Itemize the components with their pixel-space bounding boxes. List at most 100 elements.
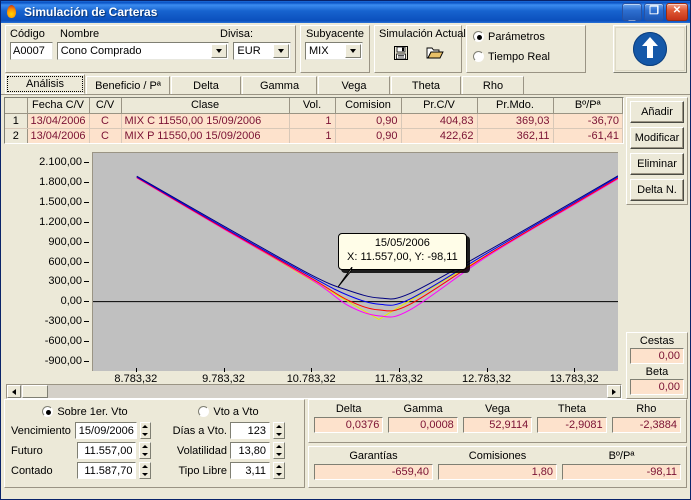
tipolibre-label: Tipo Libre (178, 464, 227, 477)
maximize-icon: ❐ (649, 4, 659, 17)
chart-y-axis: 2.100,00 1.800,00 1.500,00 1.200,00 900,00 60… (4, 146, 90, 371)
chart-horizontal-scrollbar[interactable] (6, 384, 622, 399)
up-arrow-icon (633, 32, 667, 66)
add-button[interactable]: Añadir (630, 101, 684, 123)
radio-parametros[interactable]: Parámetros (473, 29, 579, 44)
futuro-input[interactable]: 11.557,00 (76, 442, 137, 459)
scroll-thumb[interactable] (22, 385, 48, 398)
action-buttons-panel: Añadir Modificar Eliminar Delta N. (626, 97, 688, 205)
col-head-comision[interactable]: Comision (335, 98, 402, 114)
payoff-chart[interactable]: 2.100,00 1.800,00 1.500,00 1.200,00 900,00 60… (4, 146, 624, 399)
chart-plot-area[interactable]: 15/05/2006 X: 11.557,00, Y: -98,11 (92, 152, 618, 371)
tab-rho-label: Rho (482, 79, 504, 92)
radio-vto-label: Vto a Vto (213, 405, 259, 418)
chevron-down-icon[interactable] (345, 44, 361, 58)
chevron-down-icon[interactable] (273, 44, 289, 58)
tab-vega[interactable]: Vega (318, 76, 390, 94)
toolbar: Código Nombre Divisa: A0007 Cono Comprad… (1, 23, 690, 75)
table-row[interactable]: 2 13/04/2006 C MIX P 11550,00 15/09/2006… (5, 128, 623, 143)
y-axis-tick-label: 900,00 (48, 235, 82, 248)
table-row[interactable]: 1 13/04/2006 C MIX C 11550,00 15/09/2006… (5, 113, 623, 129)
close-button[interactable]: ✕ (666, 3, 688, 21)
col-head-vol[interactable]: Vol. (289, 98, 336, 114)
tab-gamma[interactable]: Gamma (242, 76, 317, 94)
tab-theta[interactable]: Theta (391, 76, 461, 94)
y-axis-tick (84, 161, 89, 163)
execute-button[interactable] (613, 25, 687, 73)
y-axis-tick (84, 361, 89, 363)
simulacion-actual-label: Simulación Actual (379, 28, 466, 40)
tipolibre-stepper[interactable] (273, 462, 285, 479)
subyacente-combo[interactable]: MIX (305, 42, 363, 60)
codigo-input[interactable]: A0007 (10, 42, 53, 60)
col-head-prcv[interactable]: Pr.C/V (401, 98, 478, 114)
save-button[interactable] (389, 42, 413, 64)
window-title: Simulación de Carteras (24, 5, 158, 19)
greek-gamma-value: 0,0008 (388, 417, 458, 433)
radio-vto-a-vto[interactable]: Vto a Vto (198, 404, 259, 419)
col-head-prmdo[interactable]: Pr.Mdo. (477, 98, 554, 114)
radio-tiempo-real[interactable]: Tiempo Real (473, 49, 579, 64)
divisa-combo[interactable]: EUR (233, 42, 291, 60)
col-head-cv[interactable]: C/V (89, 98, 122, 114)
vencimiento-input[interactable]: 15/09/2006 (74, 422, 137, 439)
chevron-down-icon[interactable] (211, 44, 228, 58)
x-axis-tick (398, 368, 400, 372)
y-axis-tick-label: 0,00 (60, 295, 82, 308)
scroll-left-button[interactable] (7, 385, 21, 398)
vencimiento-stepper[interactable] (139, 422, 151, 439)
nombre-combo[interactable]: Cono Comprado (56, 42, 230, 60)
tab-beneficio[interactable]: Beneficio / Pª (86, 76, 170, 94)
col-head-fecha[interactable]: Fecha C/V (27, 98, 90, 114)
tab-delta[interactable]: Delta (171, 76, 241, 94)
beta-value: 0,00 (630, 379, 684, 395)
dias-input[interactable]: 123 (230, 422, 270, 439)
tab-delta-label: Delta (193, 79, 219, 92)
cell-prcv: 404,83 (401, 113, 478, 129)
cell-index: 1 (5, 113, 28, 129)
futuro-stepper[interactable] (139, 442, 151, 459)
cell-prmdo: 362,11 (477, 128, 554, 143)
col-head-index[interactable] (5, 98, 28, 114)
chart-x-ticks (92, 368, 618, 372)
subyacente-panel: Subyacente MIX (300, 25, 370, 73)
greek-gamma-label: Gamma (403, 403, 443, 415)
delta-n-button[interactable]: Delta N. (630, 179, 684, 201)
cell-vol: 1 (289, 128, 336, 143)
contado-input[interactable]: 11.587,70 (76, 462, 137, 479)
tab-analisis[interactable]: Análisis (5, 74, 85, 94)
chart-area: 2.100,00 1.800,00 1.500,00 1.200,00 900,00 60… (4, 146, 624, 399)
open-button[interactable] (423, 42, 447, 64)
minimize-button[interactable]: _ (622, 3, 642, 21)
cestas-label: Cestas (639, 335, 675, 347)
radio-sobre-1er-vto[interactable]: Sobre 1er. Vto (42, 404, 128, 419)
save-icon (394, 46, 408, 60)
delete-button[interactable]: Eliminar (630, 153, 684, 175)
contado-row: Contado 11.587,70 (11, 462, 151, 479)
simulacion-actual-panel: Simulación Actual (374, 25, 466, 73)
tab-theta-label: Theta (411, 79, 441, 92)
cell-prmdo: 369,03 (477, 113, 554, 129)
dias-stepper[interactable] (273, 422, 285, 439)
col-head-clase[interactable]: Clase (121, 98, 290, 114)
col-head-bp[interactable]: Bº/Pª (553, 98, 623, 114)
total-bp: Bº/Pª -98,11 (562, 450, 681, 484)
volatilidad-stepper[interactable] (273, 442, 285, 459)
positions-grid[interactable]: Fecha C/V C/V Clase Vol. Comision Pr.C/V… (4, 97, 624, 144)
contado-stepper[interactable] (139, 462, 151, 479)
radio-tiempo-real-dot (473, 51, 484, 62)
tab-rho[interactable]: Rho (462, 76, 524, 94)
greek-gamma: Gamma 0,0008 (388, 403, 458, 439)
bp-value: -98,11 (562, 464, 681, 480)
maximize-button[interactable]: ❐ (644, 3, 664, 21)
volatilidad-row: Volatilidad 13,80 (159, 442, 298, 459)
tooltip-date: 15/05/2006 (374, 237, 430, 249)
cell-bp: -36,70 (553, 113, 623, 129)
scroll-right-button[interactable] (607, 385, 621, 398)
cell-clase: MIX P 11550,00 15/09/2006 (121, 128, 290, 143)
cell-comision: 0,90 (335, 113, 402, 129)
volatilidad-input[interactable]: 13,80 (230, 442, 270, 459)
modify-button[interactable]: Modificar (630, 127, 684, 149)
tab-vega-label: Vega (341, 79, 367, 92)
tipolibre-input[interactable]: 3,11 (230, 462, 270, 479)
